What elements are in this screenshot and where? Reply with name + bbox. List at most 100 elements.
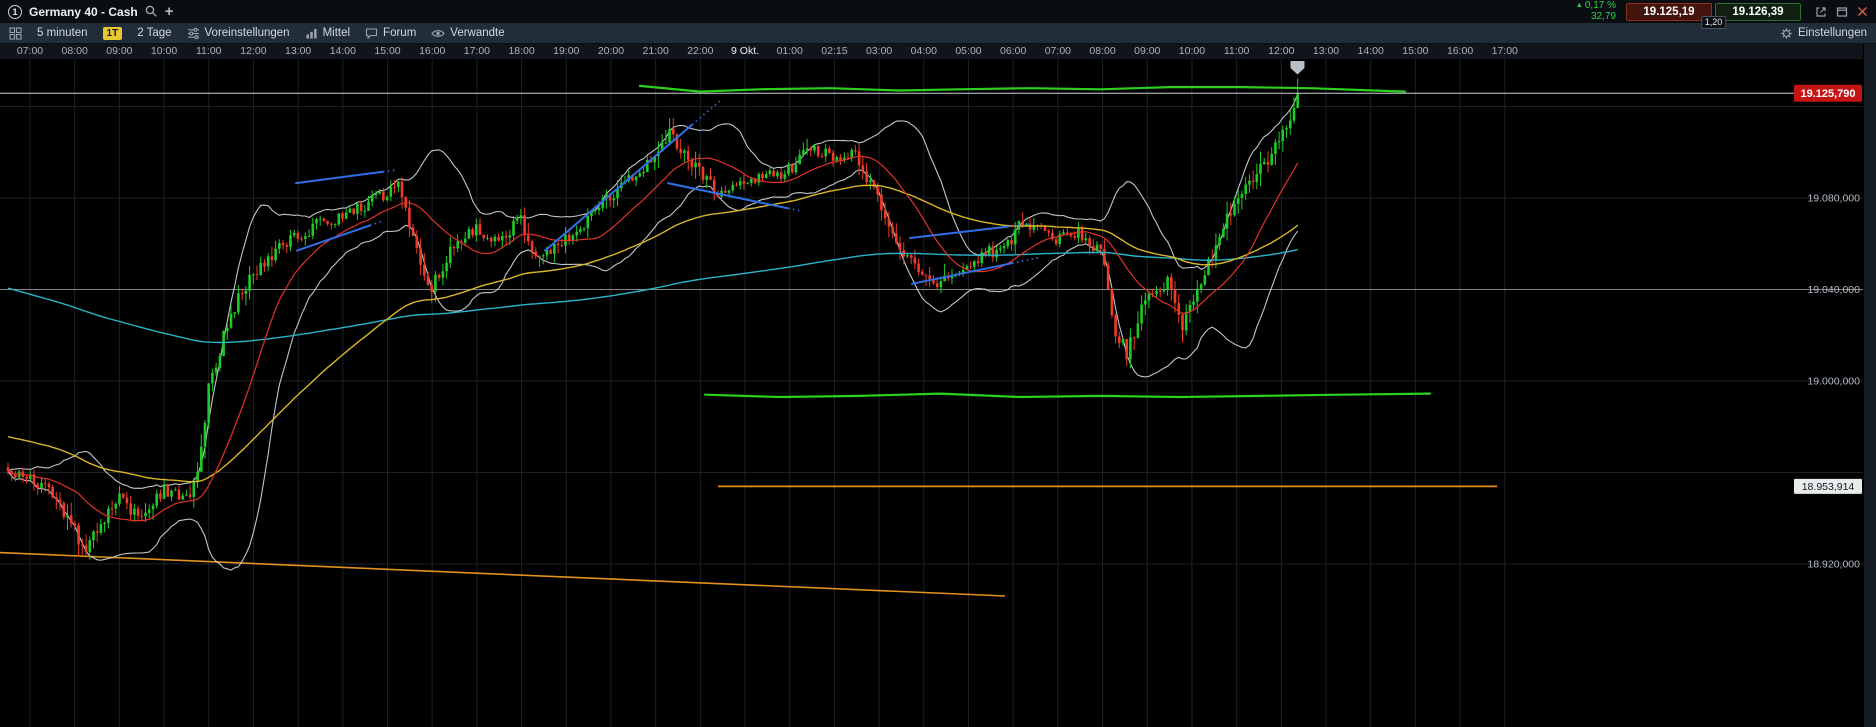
y-axis-label: 19.080,000 [1807,193,1860,205]
indicators-button[interactable]: Mittel [305,27,350,40]
candle-wicks-down [8,118,1268,557]
chart-toolbar: 5 minuten 1T 2 Tage Voreinstellungen Mit… [0,23,1876,44]
time-axis-label: 13:00 [1313,44,1339,59]
time-axis-label: 09:00 [1134,44,1160,59]
time-axis-label: 13:00 [285,44,311,59]
eye-icon [431,27,445,40]
time-axis-label: 14:00 [330,44,356,59]
time-axis-label: 22:00 [687,44,713,59]
timeframe-label: 5 minuten [37,27,88,39]
change-percent: 0,17 % [1585,0,1616,11]
time-axis-label: 07:00 [17,44,43,59]
related-button[interactable]: Verwandte [431,27,504,40]
bollinger-lower-line [8,170,1298,570]
range-button[interactable]: 2 Tage [137,27,171,39]
settings-label: Einstellungen [1798,27,1867,39]
related-label: Verwandte [450,27,504,39]
time-axis[interactable]: 07:00 08:00 09:00 10:00 11:00 12:00 13:00 14:00… [0,44,1876,59]
right-scrollbar[interactable] [1863,44,1876,727]
bollinger-upper-line [8,94,1298,488]
sliders-icon [187,27,200,40]
presets-button[interactable]: Voreinstellungen [187,27,290,40]
time-axis-label: 15:00 [1402,44,1428,59]
change-absolute: 32,79 [1576,12,1616,23]
time-axis-label: 20:00 [598,44,624,59]
presets-label: Voreinstellungen [205,27,290,39]
time-axis-label: 14:00 [1358,44,1384,59]
time-axis-label: 12:00 [1268,44,1294,59]
trendline-orange[interactable] [0,553,1005,596]
speech-bubble-icon [365,27,378,40]
y-axis-label: 18.920,000 [1807,559,1860,571]
title-bar: 1 Germany 40 - Cash + ▲0,17 % 32,79 19.1… [0,0,1876,23]
trendline-blue[interactable] [910,227,1008,238]
bars-icon [305,27,318,40]
support-line-green[interactable] [705,394,1430,397]
time-axis-label: 11:00 [1224,44,1250,59]
time-axis-label: 08:00 [1089,44,1115,59]
price-change: ▲0,17 % 32,79 [1576,1,1616,22]
gear-icon [1780,27,1793,40]
trendline-blue[interactable] [545,125,692,251]
search-icon[interactable] [145,5,158,18]
time-axis-label: 05:00 [955,44,981,59]
window-title: Germany 40 - Cash [29,5,138,19]
trendline-blue[interactable] [297,225,370,250]
trendline-blue[interactable] [912,263,1012,284]
y-axis-label: 19.040,000 [1807,284,1860,296]
popout-icon[interactable] [1815,6,1827,18]
time-axis-label: 16:00 [1447,44,1473,59]
layout-grid-icon[interactable] [9,27,22,40]
time-axis-label: 11:00 [196,44,222,59]
trendline-blue-extension [383,170,397,172]
time-axis-label: 06:00 [1000,44,1026,59]
resistance-line-green[interactable] [640,86,1405,92]
sell-button[interactable]: 19.125,19 [1626,3,1712,21]
indicators-label: Mittel [323,27,350,39]
range-1t-badge[interactable]: 1T [103,27,123,40]
time-axis-label: 01:00 [777,44,803,59]
trendline-blue-extension [370,221,382,225]
trendline-blue[interactable] [668,183,788,208]
time-axis-label: 10:00 [1179,44,1205,59]
window-controls [1815,6,1868,18]
trendline-blue-extension [692,99,722,125]
time-axis-label: 17:00 [464,44,490,59]
time-axis-label: 03:00 [866,44,892,59]
settings-button[interactable]: Einstellungen [1780,27,1867,40]
forum-label: Forum [383,27,416,39]
time-axis-label: 04:00 [911,44,937,59]
time-axis-label: 21:00 [643,44,669,59]
spread-badge: 1,20 [1701,16,1727,29]
time-axis-label: 16:00 [419,44,445,59]
close-icon[interactable] [1857,6,1868,17]
forum-button[interactable]: Forum [365,27,416,40]
order-level-label: 18.953,914 [1802,481,1855,493]
time-axis-label: 10:00 [151,44,177,59]
up-arrow-icon: ▲ [1576,2,1583,9]
time-axis-label: 19:00 [553,44,579,59]
deal-ticket: 19.125,19 19.126,39 1,20 [1626,3,1801,21]
time-axis-label: 09:00 [106,44,132,59]
instrument-number-badge: 1 [8,5,22,19]
time-axis-label: 18:00 [508,44,534,59]
buy-button[interactable]: 19.126,39 [1715,3,1801,21]
maximize-icon[interactable] [1836,6,1848,18]
current-candle-marker[interactable] [1291,61,1305,75]
price-chart[interactable]: 19.125,790 18.953,914 19.080,000 19.040,000… [0,59,1876,727]
time-axis-label: 07:00 [1045,44,1071,59]
time-axis-label: 02:15 [821,44,847,59]
time-axis-label: 17:00 [1492,44,1518,59]
time-axis-label: 15:00 [374,44,400,59]
timeframe-button[interactable]: 5 minuten [37,27,88,39]
trendline-blue[interactable] [296,172,383,183]
trendlines-blue-layer[interactable] [296,99,1041,284]
candle-wicks-up [19,78,1298,559]
time-axis-label: 9 Okt. [731,44,759,59]
y-axis-label: 19.000,000 [1807,376,1860,388]
time-axis-label: 12:00 [240,44,266,59]
range-label: 2 Tage [137,27,171,39]
add-chart-button[interactable]: + [165,4,174,19]
time-axis-label: 08:00 [62,44,88,59]
current-price-label: 19.125,790 [1800,88,1855,100]
